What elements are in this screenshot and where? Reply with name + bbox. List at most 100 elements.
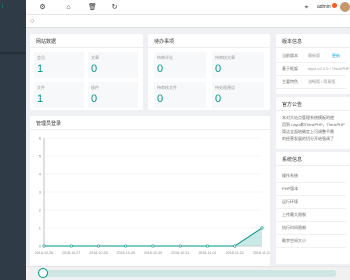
row-value: 流畅版 / 简易版 xyxy=(308,79,336,84)
card-title: 版本信息 xyxy=(282,39,303,45)
stat-label: 待审评论 xyxy=(157,55,173,60)
stat-pending-files[interactable]: 待审核文件 0 xyxy=(154,82,206,108)
site-data-card: 网站数据 会员 1 文章 0 文件 1 插件 0 xyxy=(30,34,143,110)
x-tick-label: 2018-10-31 xyxy=(171,251,189,255)
sidebar-divider xyxy=(0,52,26,54)
user-name[interactable]: admin xyxy=(317,4,331,10)
row-key: 基于框架 xyxy=(282,66,298,71)
tag-icon[interactable]: ⌖ xyxy=(302,3,311,12)
stat-label: 待审核文件 xyxy=(157,85,177,90)
horizontal-scrollbar[interactable] xyxy=(26,266,350,280)
stat-label: 待审核文章 xyxy=(215,55,235,60)
search-icon[interactable]: ○ xyxy=(30,18,34,25)
card-divider xyxy=(276,165,350,166)
data-point xyxy=(260,226,264,230)
card-title: 系统信息 xyxy=(282,157,303,163)
sidebar-item-5[interactable] xyxy=(0,104,26,118)
y-tick-label: 2 xyxy=(39,208,42,213)
stat-pending-articles[interactable]: 待审核文章 0 xyxy=(212,52,264,78)
sidebar-item-label: i xyxy=(2,4,4,10)
sysinfo-row: 上传最大限制 xyxy=(276,209,346,222)
stat-label: 会员 xyxy=(37,55,45,60)
notice-card: 官方公告 本对大站点管理系统模板的使 用到 Layui和ThinkPHP，Thi… xyxy=(276,97,350,149)
row-key: 主要特色 xyxy=(282,79,298,84)
system-info-card: 系统信息 操作系统 PHP版本 运行环境 上传最大限制 执行时间限制 剩余空间大… xyxy=(276,152,350,264)
card-title: 官方公告 xyxy=(282,102,303,108)
stat-value: 0 xyxy=(91,93,98,105)
y-tick-label: 3 xyxy=(39,190,42,195)
row-key: 执行时间限制 xyxy=(282,225,306,230)
scrollbar-track[interactable] xyxy=(40,270,336,277)
card-divider xyxy=(276,110,350,111)
data-point xyxy=(97,244,101,248)
sysinfo-row: 剩余空间大小 xyxy=(276,235,346,248)
avatar[interactable] xyxy=(340,2,350,12)
notification-dot xyxy=(332,3,337,8)
stat-value: 1 xyxy=(37,63,44,75)
sysinfo-row: PHP版本 xyxy=(276,183,346,196)
tab-bar: ○ xyxy=(26,15,350,28)
sysinfo-row: 运行环境 xyxy=(276,196,346,209)
x-tick-label: 2018-10-30 xyxy=(144,251,162,255)
x-tick-label: 2018-11-01 xyxy=(198,251,216,255)
update-link[interactable]: 更新 xyxy=(332,53,340,59)
sidebar-item-home[interactable]: i xyxy=(0,0,26,14)
row-key: 操作系统 xyxy=(282,173,298,178)
stat-value: 0 xyxy=(215,63,222,75)
login-trend-card: 管理员登录 0 1 2 3 4 5 6 2018-10-26 2018-10-27 2018-10… xyxy=(30,116,270,268)
notice-text: 本对大站点管理系统模板的使 xyxy=(282,115,334,120)
menu-toggle-icon[interactable]: ⚙ xyxy=(38,3,47,12)
card-divider xyxy=(276,47,350,48)
stat-value: 0 xyxy=(157,63,164,75)
x-tick-label: 2018-10-27 xyxy=(62,251,80,255)
data-point xyxy=(233,244,237,248)
home-icon[interactable]: ⌂ xyxy=(64,3,73,12)
x-tick-label: 2018-10-28 xyxy=(89,251,107,255)
x-tick-label: 2018-11-03 xyxy=(253,251,270,255)
sidebar-item-2[interactable] xyxy=(0,56,26,70)
row-key: PHP版本 xyxy=(282,186,299,191)
features-row: 主要特色 流畅版 / 简易版 xyxy=(276,76,346,89)
stat-pending-suggestions[interactable]: 待处理建议 0 xyxy=(212,82,264,108)
y-tick-label: 6 xyxy=(39,136,42,141)
stat-pending-comments[interactable]: 待审评论 0 xyxy=(154,52,206,78)
row-value: layui-v2.2.5 / ThinkPHP xyxy=(308,66,350,71)
stat-plugins[interactable]: 插件 0 xyxy=(88,82,138,108)
x-tick-label: 2018-11-02 xyxy=(226,251,244,255)
scrollbar-handle[interactable] xyxy=(38,268,48,278)
stat-value: 0 xyxy=(215,93,222,105)
series-line xyxy=(44,227,263,247)
pending-card: 待办事项 待审评论 0 待审核文章 0 待审核文件 0 待处理建议 0 xyxy=(148,34,270,110)
row-key: 运行环境 xyxy=(282,199,298,204)
sidebar-item-1[interactable] xyxy=(0,38,26,52)
sidebar-item-4[interactable] xyxy=(0,88,26,102)
data-point xyxy=(206,244,210,248)
data-point xyxy=(42,244,46,248)
x-tick-label: 2018-10-29 xyxy=(117,251,135,255)
card-divider xyxy=(148,47,270,48)
y-tick-label: 0 xyxy=(39,244,42,249)
stat-label: 插件 xyxy=(91,85,99,90)
notice-text: 简洁全面地确定上可调整不需 xyxy=(282,129,334,134)
refresh-icon[interactable]: ↻ xyxy=(110,3,119,12)
version-row: 当前版本 最新版 更新 xyxy=(276,50,346,63)
version-info-card: 版本信息 当前版本 最新版 更新 基于框架 layui-v2.2.5 / Thi… xyxy=(276,34,350,94)
stat-articles[interactable]: 文章 0 xyxy=(88,52,138,78)
card-title: 管理员登录 xyxy=(36,121,62,127)
data-point xyxy=(69,244,73,248)
data-point xyxy=(124,244,128,248)
notice-text: 用到 Layui和ThinkPHP，ThinkPHP xyxy=(282,122,345,127)
sysinfo-row: 操作系统 xyxy=(276,170,346,183)
delete-icon[interactable]: 🗑 xyxy=(88,3,97,12)
row-key: 当前版本 xyxy=(282,53,298,58)
sysinfo-row: 执行时间限制 xyxy=(276,222,346,235)
stat-files[interactable]: 文件 1 xyxy=(34,82,84,108)
data-point xyxy=(178,244,182,248)
top-toolbar: ⚙ ⌂ 🗑 ↻ ⌖ admin xyxy=(26,0,350,15)
stat-label: 待处理建议 xyxy=(215,85,235,90)
stat-members[interactable]: 会员 1 xyxy=(34,52,84,78)
framework-row: 基于框架 layui-v2.2.5 / ThinkPHP xyxy=(276,63,350,76)
sidebar: i xyxy=(0,0,26,280)
sidebar-item-3[interactable] xyxy=(0,72,26,86)
card-title: 网站数据 xyxy=(36,39,57,45)
